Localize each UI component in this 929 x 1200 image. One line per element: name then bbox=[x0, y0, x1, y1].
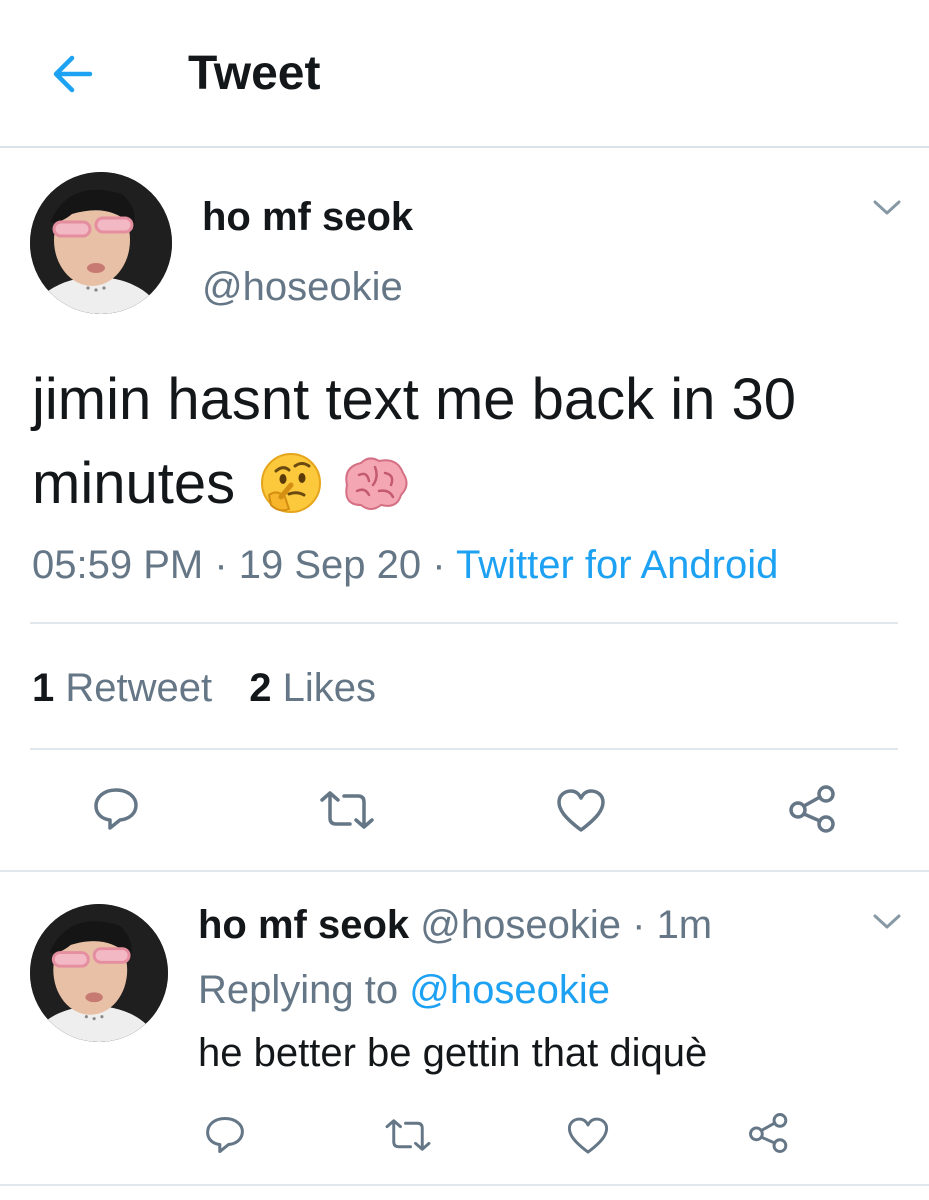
tweet-text: jimin hasnt text me back in 30 minutes bbox=[32, 358, 902, 538]
meta-separator: · bbox=[621, 903, 657, 947]
reply-header: ho mf seok @hoseokie · 1m bbox=[198, 900, 712, 950]
chevron-down-icon[interactable] bbox=[872, 912, 902, 937]
retweets-stat[interactable]: 1 Retweet bbox=[32, 666, 212, 710]
tweet-source-link[interactable]: Twitter for Android bbox=[456, 543, 778, 587]
like-label: Likes bbox=[282, 666, 377, 710]
retweet-icon[interactable] bbox=[316, 790, 378, 835]
engagement-stats: 1 Retweet 2 Likes bbox=[32, 663, 376, 713]
brain-icon bbox=[339, 452, 411, 536]
retweet-icon[interactable] bbox=[382, 1118, 434, 1157]
divider bbox=[30, 622, 898, 624]
reply-text: he better be gettin that diquè bbox=[198, 1031, 708, 1075]
replying-to-handle[interactable]: @hoseokie bbox=[409, 968, 610, 1012]
back-arrow-icon[interactable] bbox=[50, 52, 94, 96]
author-handle[interactable]: @hoseokie bbox=[202, 263, 403, 311]
divider bbox=[30, 748, 898, 750]
page-title: Tweet bbox=[188, 47, 321, 100]
top-app-bar: Tweet bbox=[0, 0, 929, 148]
tweet-metadata: 05:59 PM · 19 Sep 20 · Twitter for Andro… bbox=[32, 540, 778, 590]
chevron-down-icon[interactable] bbox=[872, 198, 902, 223]
divider bbox=[0, 1184, 929, 1186]
like-heart-icon[interactable] bbox=[555, 788, 607, 839]
reply-author-handle[interactable]: @hoseokie bbox=[420, 903, 621, 947]
share-icon[interactable] bbox=[788, 784, 838, 839]
author-display-name[interactable]: ho mf seok bbox=[202, 193, 413, 241]
reply-icon[interactable] bbox=[204, 1115, 246, 1160]
share-icon[interactable] bbox=[748, 1112, 790, 1159]
reply-author-display-name[interactable]: ho mf seok bbox=[198, 903, 409, 947]
reply-age: 1m bbox=[656, 903, 713, 947]
divider bbox=[0, 870, 929, 872]
retweet-count: 1 bbox=[32, 666, 55, 710]
avatar[interactable] bbox=[30, 172, 172, 314]
meta-separator: · bbox=[203, 543, 239, 587]
like-heart-icon[interactable] bbox=[566, 1116, 610, 1161]
reply-icon[interactable] bbox=[92, 786, 140, 837]
thinking-face-icon bbox=[259, 451, 323, 538]
replying-to: Replying to @hoseokie bbox=[198, 965, 610, 1015]
tweet-time: 05:59 PM bbox=[32, 543, 204, 587]
tweet-date: 19 Sep 20 bbox=[238, 543, 422, 587]
replying-to-label: Replying to bbox=[198, 968, 410, 1012]
avatar[interactable] bbox=[30, 904, 168, 1042]
likes-stat[interactable]: 2 Likes bbox=[249, 666, 376, 710]
like-count: 2 bbox=[249, 666, 272, 710]
retweet-label: Retweet bbox=[65, 666, 213, 710]
meta-separator: · bbox=[421, 543, 456, 587]
tweet-body: jimin hasnt text me back in 30 minutes bbox=[32, 367, 797, 516]
